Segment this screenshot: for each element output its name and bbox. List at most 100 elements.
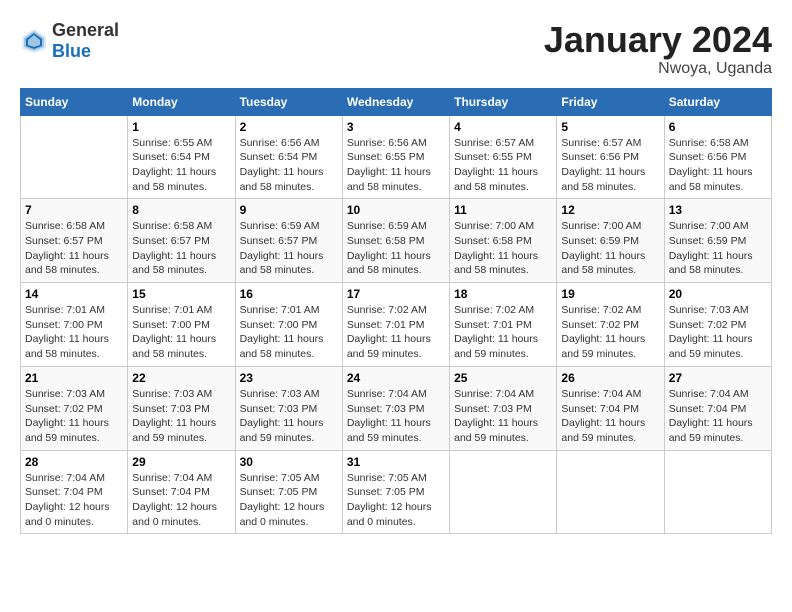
- day-number: 17: [347, 287, 445, 301]
- calendar-cell: [664, 450, 771, 534]
- day-number: 5: [561, 120, 659, 134]
- calendar-cell: 30 Sunrise: 7:05 AMSunset: 7:05 PMDaylig…: [235, 450, 342, 534]
- day-number: 9: [240, 203, 338, 217]
- calendar-cell: 22 Sunrise: 7:03 AMSunset: 7:03 PMDaylig…: [128, 366, 235, 450]
- day-number: 4: [454, 120, 552, 134]
- day-number: 13: [669, 203, 767, 217]
- weekday-header-row: SundayMondayTuesdayWednesdayThursdayFrid…: [21, 88, 772, 115]
- day-number: 11: [454, 203, 552, 217]
- week-row-3: 14 Sunrise: 7:01 AMSunset: 7:00 PMDaylig…: [21, 283, 772, 367]
- day-info: Sunrise: 7:04 AMSunset: 7:04 PMDaylight:…: [132, 471, 230, 530]
- calendar-cell: 19 Sunrise: 7:02 AMSunset: 7:02 PMDaylig…: [557, 283, 664, 367]
- day-info: Sunrise: 6:57 AMSunset: 6:56 PMDaylight:…: [561, 136, 659, 195]
- calendar-cell: [557, 450, 664, 534]
- week-row-4: 21 Sunrise: 7:03 AMSunset: 7:02 PMDaylig…: [21, 366, 772, 450]
- day-number: 3: [347, 120, 445, 134]
- day-info: Sunrise: 6:58 AMSunset: 6:56 PMDaylight:…: [669, 136, 767, 195]
- calendar-cell: 16 Sunrise: 7:01 AMSunset: 7:00 PMDaylig…: [235, 283, 342, 367]
- calendar-cell: [450, 450, 557, 534]
- calendar-cell: [21, 115, 128, 199]
- day-info: Sunrise: 7:03 AMSunset: 7:02 PMDaylight:…: [25, 387, 123, 446]
- calendar-cell: 2 Sunrise: 6:56 AMSunset: 6:54 PMDayligh…: [235, 115, 342, 199]
- calendar-cell: 29 Sunrise: 7:04 AMSunset: 7:04 PMDaylig…: [128, 450, 235, 534]
- day-info: Sunrise: 6:56 AMSunset: 6:55 PMDaylight:…: [347, 136, 445, 195]
- calendar-cell: 27 Sunrise: 7:04 AMSunset: 7:04 PMDaylig…: [664, 366, 771, 450]
- day-info: Sunrise: 6:58 AMSunset: 6:57 PMDaylight:…: [25, 219, 123, 278]
- calendar-cell: 7 Sunrise: 6:58 AMSunset: 6:57 PMDayligh…: [21, 199, 128, 283]
- calendar-cell: 15 Sunrise: 7:01 AMSunset: 7:00 PMDaylig…: [128, 283, 235, 367]
- day-info: Sunrise: 7:00 AMSunset: 6:59 PMDaylight:…: [669, 219, 767, 278]
- calendar-cell: 11 Sunrise: 7:00 AMSunset: 6:58 PMDaylig…: [450, 199, 557, 283]
- day-info: Sunrise: 7:05 AMSunset: 7:05 PMDaylight:…: [240, 471, 338, 530]
- day-info: Sunrise: 7:04 AMSunset: 7:04 PMDaylight:…: [25, 471, 123, 530]
- day-info: Sunrise: 6:55 AMSunset: 6:54 PMDaylight:…: [132, 136, 230, 195]
- logo-general: General: [52, 20, 119, 40]
- weekday-header-friday: Friday: [557, 88, 664, 115]
- day-info: Sunrise: 7:04 AMSunset: 7:04 PMDaylight:…: [561, 387, 659, 446]
- weekday-header-tuesday: Tuesday: [235, 88, 342, 115]
- day-info: Sunrise: 7:04 AMSunset: 7:03 PMDaylight:…: [347, 387, 445, 446]
- day-number: 30: [240, 455, 338, 469]
- calendar-cell: 24 Sunrise: 7:04 AMSunset: 7:03 PMDaylig…: [342, 366, 449, 450]
- page-header: General Blue January 2024 Nwoya, Uganda: [20, 20, 772, 78]
- day-info: Sunrise: 7:02 AMSunset: 7:01 PMDaylight:…: [454, 303, 552, 362]
- day-number: 7: [25, 203, 123, 217]
- day-number: 27: [669, 371, 767, 385]
- day-number: 8: [132, 203, 230, 217]
- day-info: Sunrise: 6:57 AMSunset: 6:55 PMDaylight:…: [454, 136, 552, 195]
- calendar-cell: 20 Sunrise: 7:03 AMSunset: 7:02 PMDaylig…: [664, 283, 771, 367]
- day-info: Sunrise: 6:58 AMSunset: 6:57 PMDaylight:…: [132, 219, 230, 278]
- day-info: Sunrise: 7:00 AMSunset: 6:59 PMDaylight:…: [561, 219, 659, 278]
- calendar-cell: 17 Sunrise: 7:02 AMSunset: 7:01 PMDaylig…: [342, 283, 449, 367]
- day-info: Sunrise: 7:03 AMSunset: 7:03 PMDaylight:…: [132, 387, 230, 446]
- calendar-cell: 1 Sunrise: 6:55 AMSunset: 6:54 PMDayligh…: [128, 115, 235, 199]
- day-number: 24: [347, 371, 445, 385]
- day-number: 16: [240, 287, 338, 301]
- logo: General Blue: [20, 20, 119, 62]
- week-row-5: 28 Sunrise: 7:04 AMSunset: 7:04 PMDaylig…: [21, 450, 772, 534]
- calendar-cell: 26 Sunrise: 7:04 AMSunset: 7:04 PMDaylig…: [557, 366, 664, 450]
- location-title: Nwoya, Uganda: [544, 60, 772, 78]
- day-info: Sunrise: 7:01 AMSunset: 7:00 PMDaylight:…: [132, 303, 230, 362]
- day-number: 31: [347, 455, 445, 469]
- calendar-cell: 12 Sunrise: 7:00 AMSunset: 6:59 PMDaylig…: [557, 199, 664, 283]
- day-number: 15: [132, 287, 230, 301]
- calendar-cell: 31 Sunrise: 7:05 AMSunset: 7:05 PMDaylig…: [342, 450, 449, 534]
- day-number: 29: [132, 455, 230, 469]
- day-info: Sunrise: 7:04 AMSunset: 7:04 PMDaylight:…: [669, 387, 767, 446]
- calendar-table: SundayMondayTuesdayWednesdayThursdayFrid…: [20, 88, 772, 535]
- day-info: Sunrise: 7:03 AMSunset: 7:02 PMDaylight:…: [669, 303, 767, 362]
- day-info: Sunrise: 7:01 AMSunset: 7:00 PMDaylight:…: [240, 303, 338, 362]
- day-number: 19: [561, 287, 659, 301]
- calendar-cell: 9 Sunrise: 6:59 AMSunset: 6:57 PMDayligh…: [235, 199, 342, 283]
- week-row-2: 7 Sunrise: 6:58 AMSunset: 6:57 PMDayligh…: [21, 199, 772, 283]
- weekday-header-thursday: Thursday: [450, 88, 557, 115]
- day-number: 26: [561, 371, 659, 385]
- logo-blue: Blue: [52, 41, 91, 61]
- logo-icon: [20, 27, 48, 55]
- day-number: 25: [454, 371, 552, 385]
- day-number: 18: [454, 287, 552, 301]
- day-info: Sunrise: 7:00 AMSunset: 6:58 PMDaylight:…: [454, 219, 552, 278]
- week-row-1: 1 Sunrise: 6:55 AMSunset: 6:54 PMDayligh…: [21, 115, 772, 199]
- calendar-cell: 5 Sunrise: 6:57 AMSunset: 6:56 PMDayligh…: [557, 115, 664, 199]
- weekday-header-sunday: Sunday: [21, 88, 128, 115]
- calendar-cell: 8 Sunrise: 6:58 AMSunset: 6:57 PMDayligh…: [128, 199, 235, 283]
- day-info: Sunrise: 7:04 AMSunset: 7:03 PMDaylight:…: [454, 387, 552, 446]
- calendar-cell: 18 Sunrise: 7:02 AMSunset: 7:01 PMDaylig…: [450, 283, 557, 367]
- day-info: Sunrise: 7:01 AMSunset: 7:00 PMDaylight:…: [25, 303, 123, 362]
- day-info: Sunrise: 6:59 AMSunset: 6:58 PMDaylight:…: [347, 219, 445, 278]
- day-info: Sunrise: 6:56 AMSunset: 6:54 PMDaylight:…: [240, 136, 338, 195]
- day-info: Sunrise: 7:05 AMSunset: 7:05 PMDaylight:…: [347, 471, 445, 530]
- day-info: Sunrise: 7:02 AMSunset: 7:01 PMDaylight:…: [347, 303, 445, 362]
- day-number: 21: [25, 371, 123, 385]
- calendar-cell: 6 Sunrise: 6:58 AMSunset: 6:56 PMDayligh…: [664, 115, 771, 199]
- day-number: 1: [132, 120, 230, 134]
- title-block: January 2024 Nwoya, Uganda: [544, 20, 772, 78]
- calendar-cell: 13 Sunrise: 7:00 AMSunset: 6:59 PMDaylig…: [664, 199, 771, 283]
- weekday-header-saturday: Saturday: [664, 88, 771, 115]
- calendar-cell: 23 Sunrise: 7:03 AMSunset: 7:03 PMDaylig…: [235, 366, 342, 450]
- day-info: Sunrise: 6:59 AMSunset: 6:57 PMDaylight:…: [240, 219, 338, 278]
- day-info: Sunrise: 7:02 AMSunset: 7:02 PMDaylight:…: [561, 303, 659, 362]
- logo-text: General Blue: [52, 20, 119, 62]
